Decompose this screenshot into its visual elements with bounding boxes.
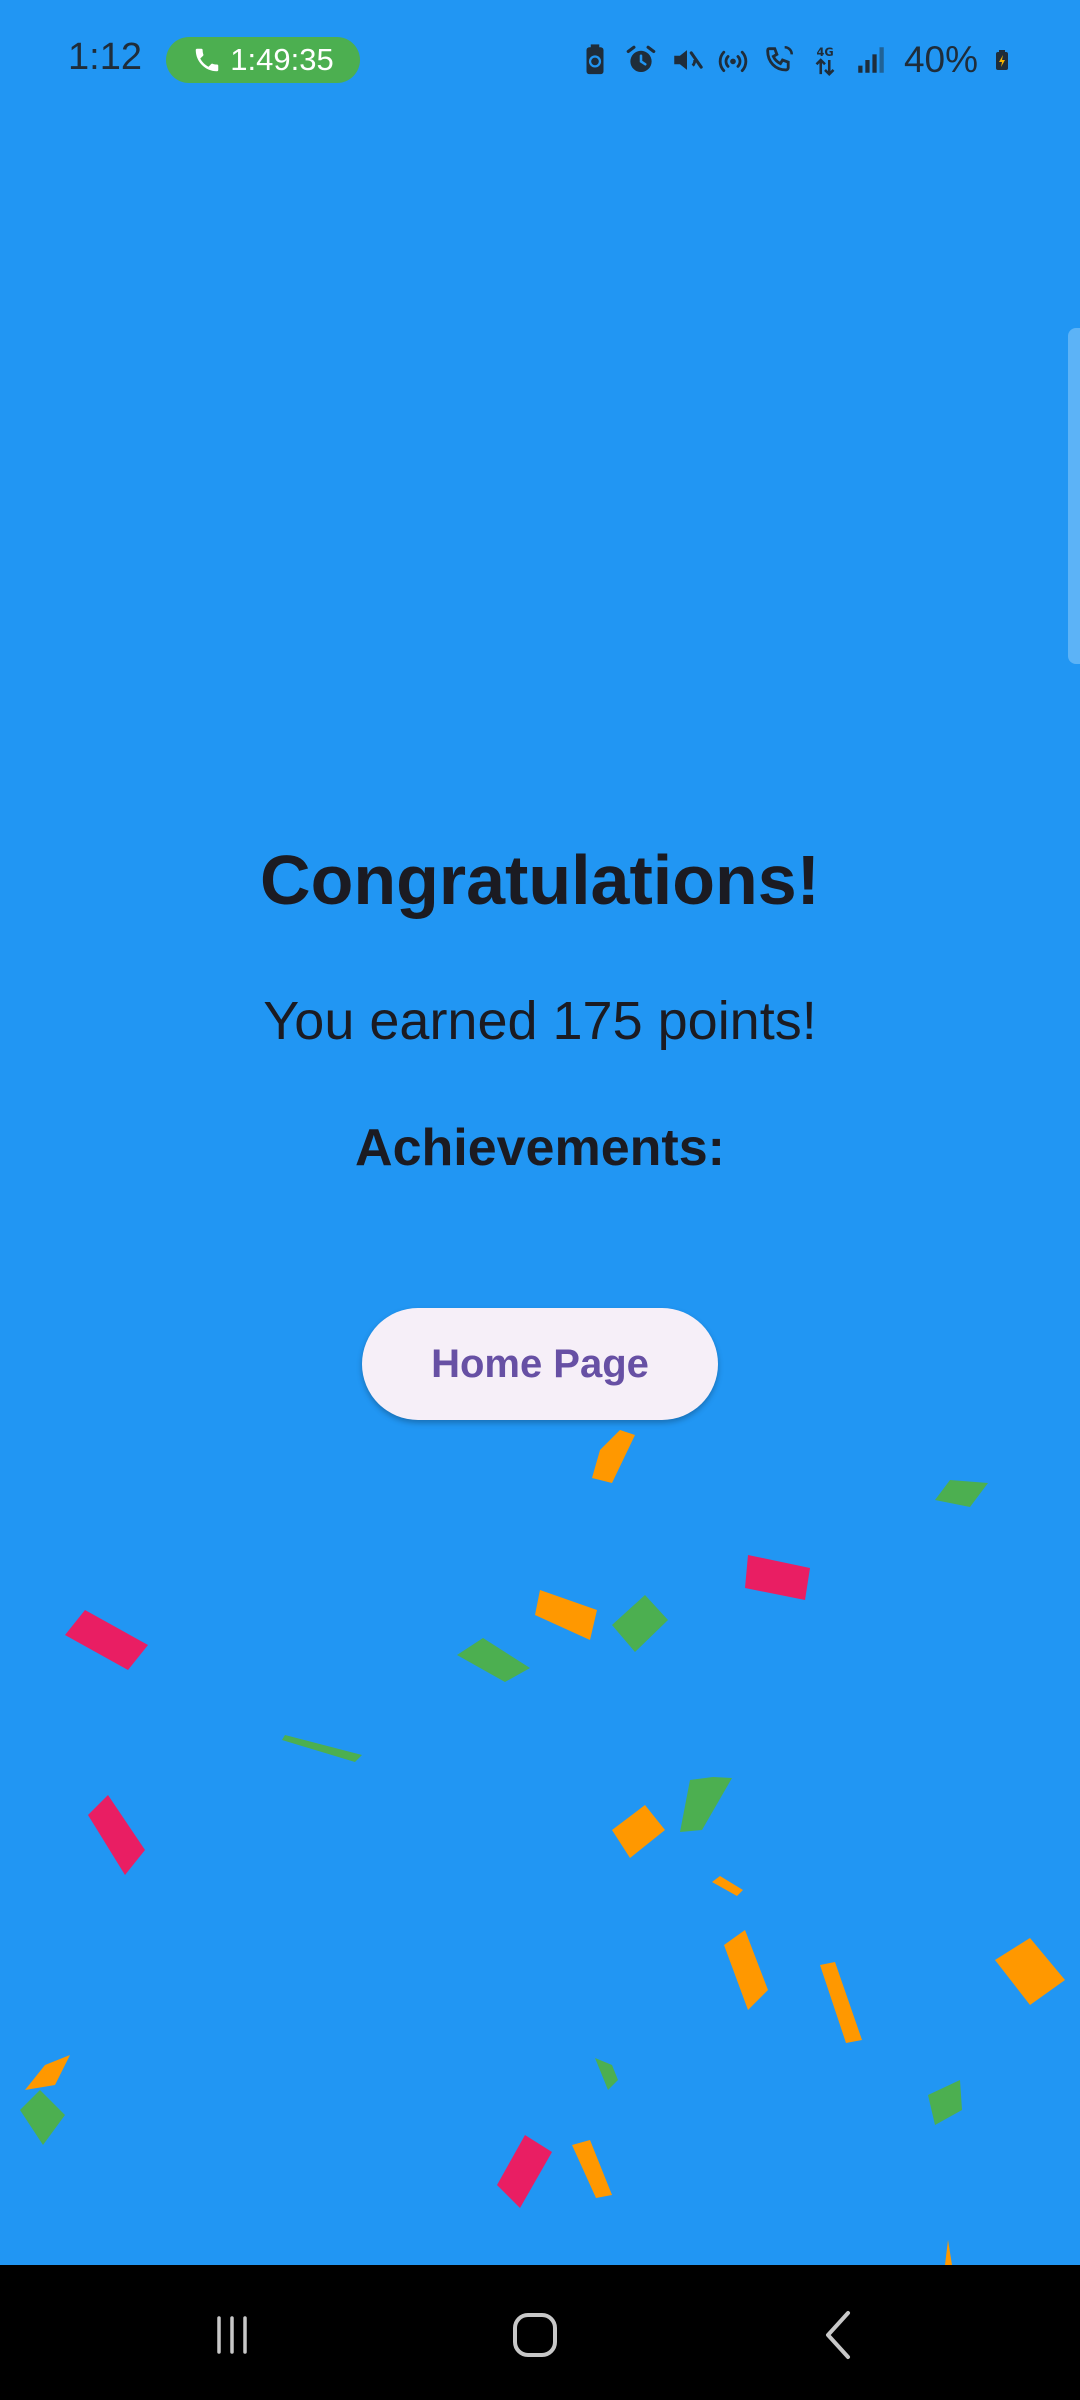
home-page-button[interactable]: Home Page: [362, 1308, 718, 1420]
signal-icon: [858, 47, 884, 73]
recent-apps-icon: [217, 2316, 247, 2354]
battery-charging-icon: [996, 50, 1008, 70]
confetti-piece: [928, 2080, 962, 2125]
svg-text:4G: 4G: [816, 45, 833, 59]
battery-percentage: 40%: [903, 39, 978, 80]
call-duration: 1:49:35: [230, 42, 334, 77]
status-bar: 1:12 1:49:35 4G 40%: [0, 0, 1080, 120]
scroll-indicator[interactable]: [1068, 328, 1080, 664]
confetti-piece: [20, 2090, 65, 2145]
confetti-piece: [497, 2135, 552, 2208]
confetti-piece: [595, 2058, 618, 2090]
recent-apps-button[interactable]: [197, 2300, 267, 2370]
confetti-piece: [282, 1735, 362, 1762]
4g-data-icon: 4G: [815, 45, 835, 76]
confetti-piece: [995, 1938, 1065, 2005]
confetti-piece: [724, 1930, 768, 2010]
confetti-piece: [712, 1876, 743, 1896]
congratulations-screen: 1:12 1:49:35 4G 40% Congratulations! You…: [0, 0, 1080, 2400]
confetti-piece: [592, 1430, 635, 1483]
home-nav-button[interactable]: [500, 2300, 570, 2370]
confetti-piece: [680, 1777, 732, 1832]
confetti-piece: [535, 1590, 597, 1640]
confetti-piece: [820, 1962, 862, 2043]
confetti-piece: [745, 1555, 810, 1600]
wifi-calling-icon: [766, 45, 793, 72]
congratulations-title: Congratulations!: [260, 841, 820, 919]
points-earned-text: You earned 175 points!: [263, 991, 817, 1051]
confetti-piece: [572, 2140, 612, 2198]
confetti-piece: [935, 1480, 988, 1507]
home-icon: [513, 2313, 557, 2357]
achievements-label: Achievements:: [355, 1119, 725, 1177]
back-button[interactable]: [804, 2300, 874, 2370]
confetti-piece: [612, 1805, 665, 1858]
confetti-piece: [612, 1595, 668, 1652]
status-icons: 4G 40%: [578, 34, 1014, 86]
battery-saver-icon: [586, 44, 604, 75]
confetti-piece: [88, 1795, 145, 1875]
confetti-piece: [25, 2055, 70, 2090]
ongoing-call-chip[interactable]: 1:49:35: [166, 37, 360, 83]
alarm-icon: [626, 45, 656, 73]
mute-icon: [674, 50, 703, 70]
phone-icon: [196, 48, 219, 72]
status-time: 1:12: [68, 36, 142, 78]
back-icon: [826, 2311, 850, 2359]
confetti-piece: [457, 1638, 530, 1682]
confetti-piece: [65, 1610, 148, 1670]
hotspot-icon: [718, 50, 748, 73]
confetti-piece: [945, 2240, 952, 2265]
